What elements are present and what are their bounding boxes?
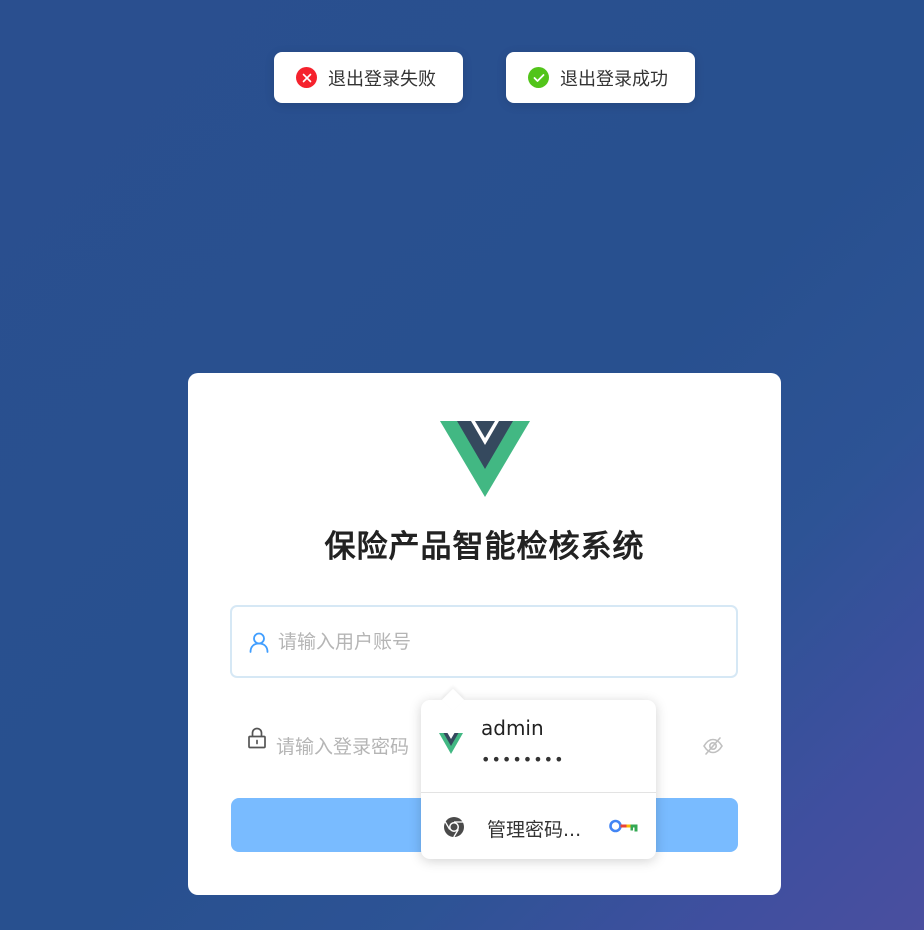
username-input[interactable] <box>276 629 660 654</box>
success-toast-text: 退出登录成功 <box>560 68 668 90</box>
saved-credential-item[interactable]: admin •••••••• <box>421 700 656 792</box>
error-circle-icon <box>296 67 317 88</box>
saved-password-mask: •••••••• <box>481 750 565 769</box>
password-autofill-popup: admin •••••••• 管理密码... <box>421 688 656 859</box>
page-title: 保险产品智能检核系统 <box>324 529 645 565</box>
error-toast: 退出登录失败 <box>274 52 463 103</box>
vue-site-icon <box>439 733 463 754</box>
chrome-icon <box>444 817 464 838</box>
key-icon <box>609 819 638 833</box>
error-toast-text: 退出登录失败 <box>328 68 436 90</box>
eye-off-icon[interactable] <box>702 735 724 757</box>
manage-passwords-label: 管理密码... <box>487 819 582 841</box>
check-circle-icon <box>528 67 549 88</box>
manage-passwords-item[interactable]: 管理密码... <box>421 793 656 859</box>
username-field[interactable] <box>230 605 738 678</box>
saved-username: admin <box>481 716 544 740</box>
success-toast: 退出登录成功 <box>506 52 695 103</box>
lock-icon <box>248 727 266 748</box>
user-icon <box>249 632 269 653</box>
vue-logo <box>440 421 530 497</box>
